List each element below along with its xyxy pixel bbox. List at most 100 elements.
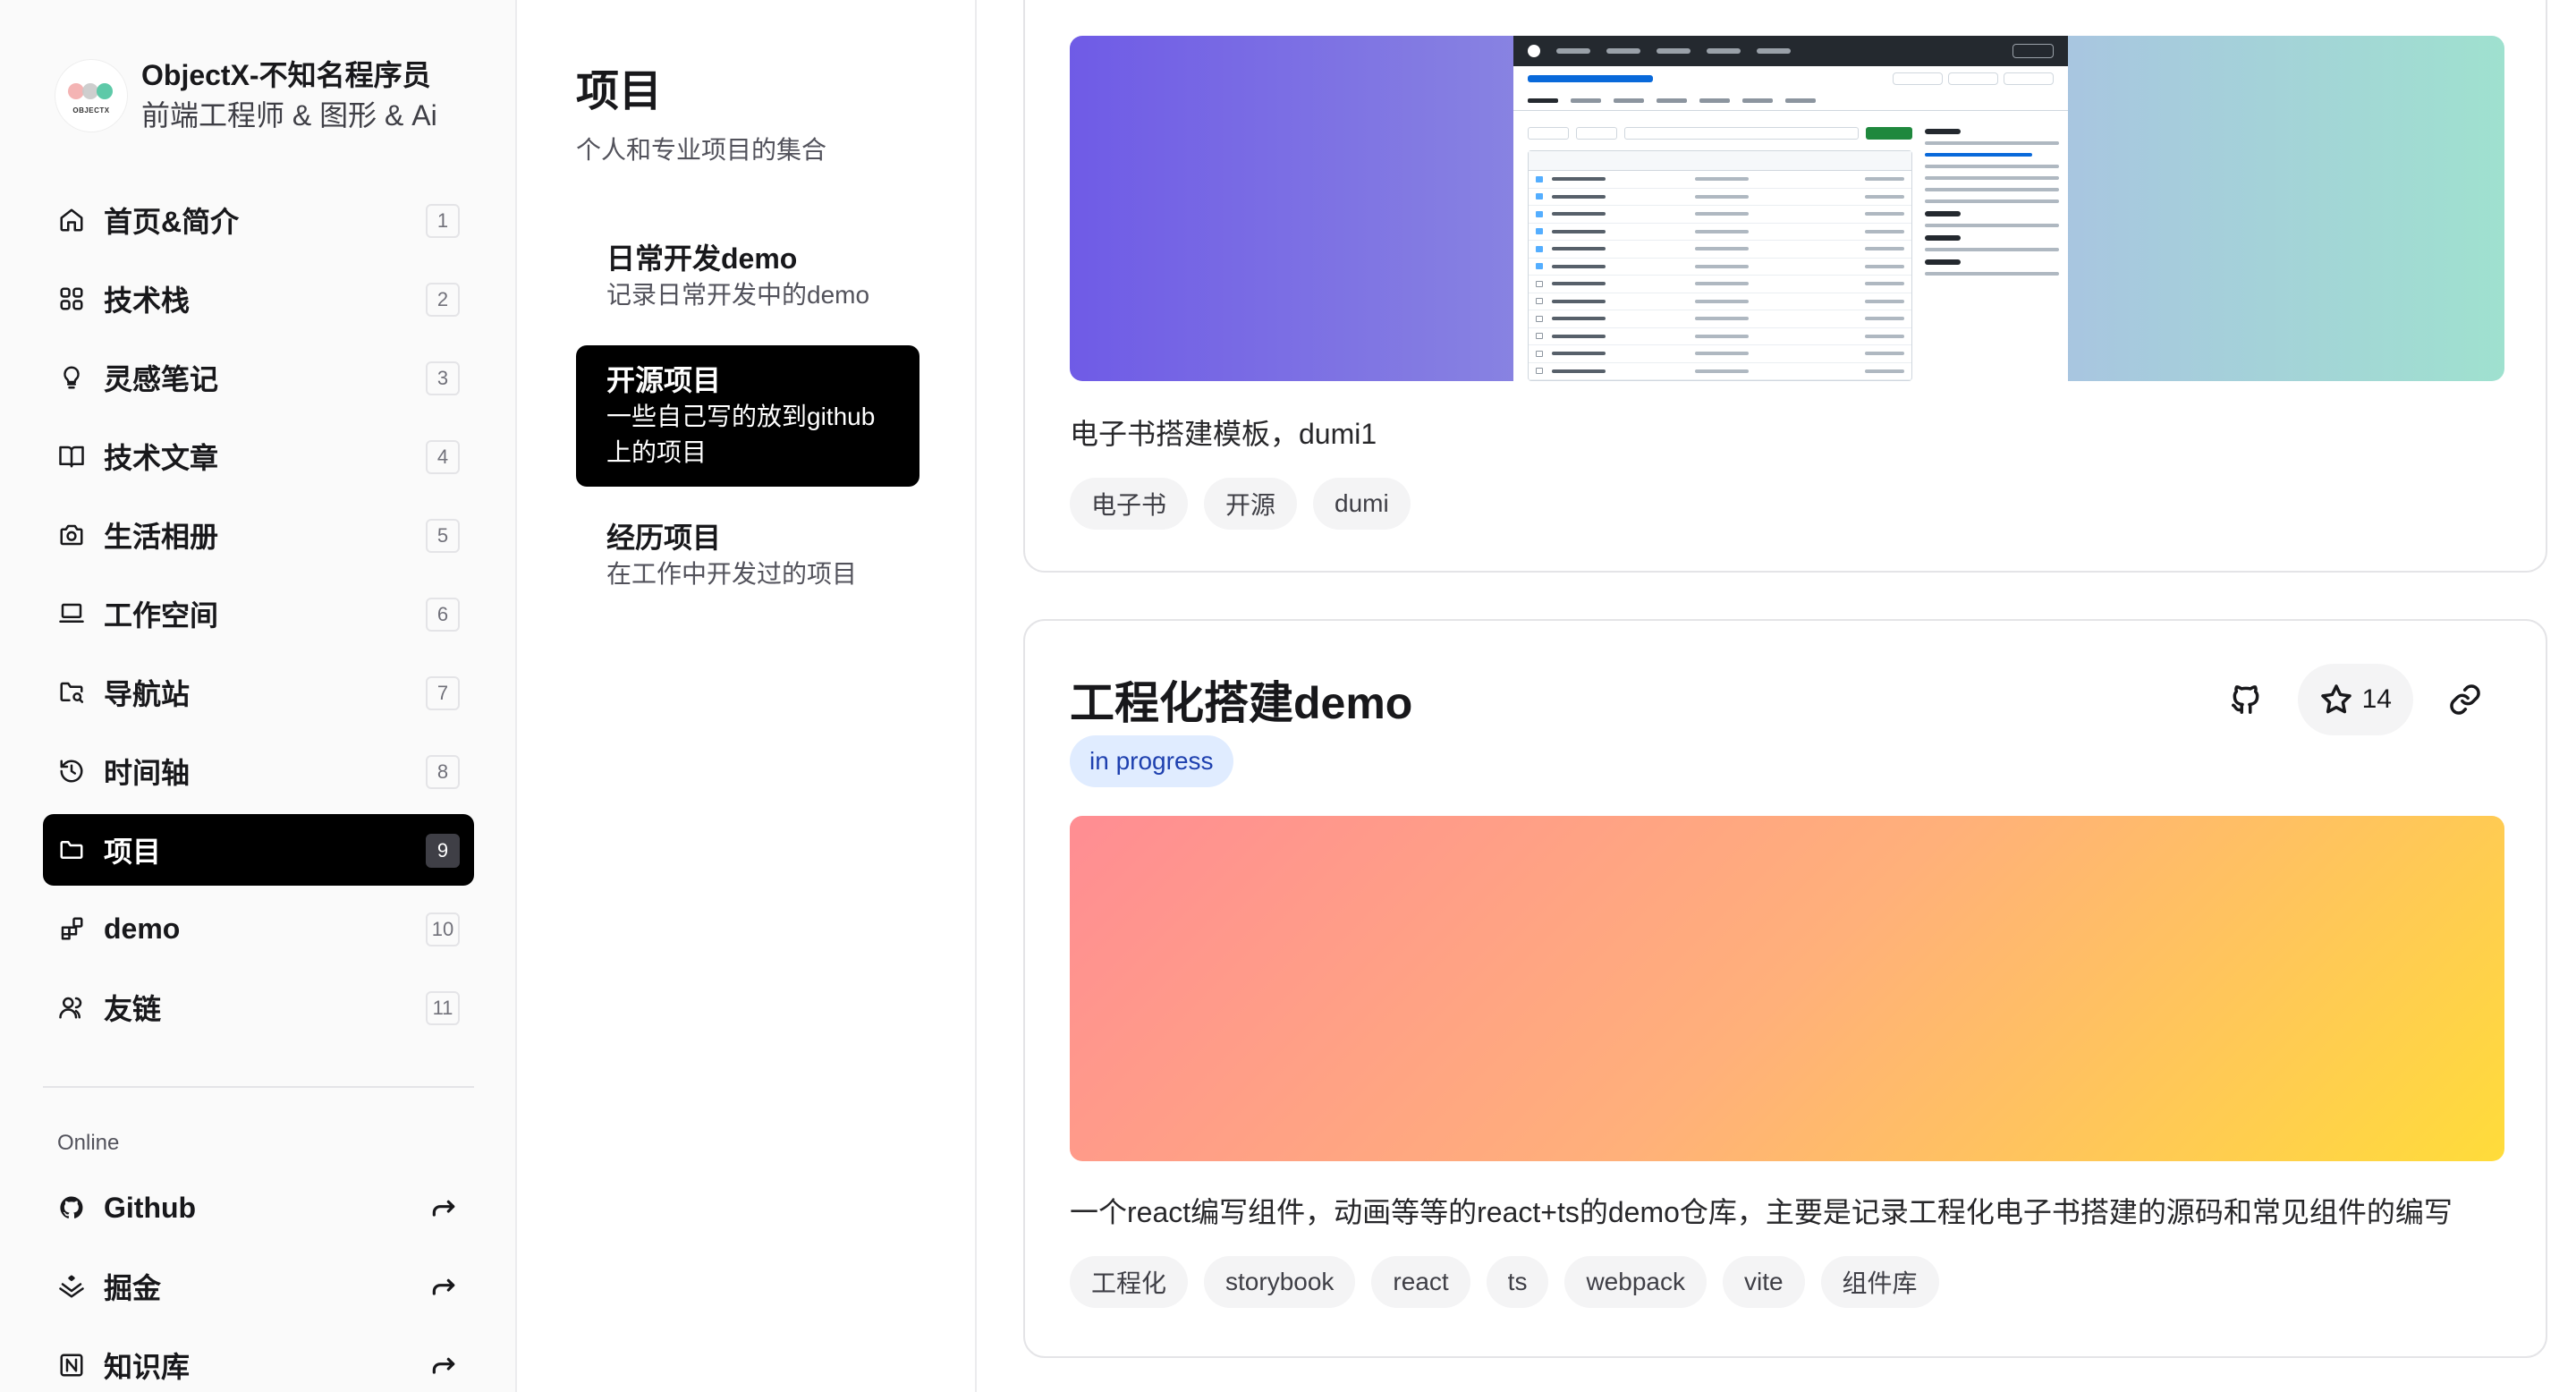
avatar-logo-text: OBJECTX [72, 106, 110, 115]
online-link-knowledge-base[interactable]: 知识库 [43, 1329, 474, 1392]
stack-icon [57, 284, 86, 313]
nav-item-notes[interactable]: 灵感笔记 3 [43, 342, 474, 413]
project-category-desc: 在工作中开发过的项目 [606, 560, 858, 588]
nav-shortcut-badge: 9 [426, 834, 460, 868]
main-nav: 首页&简介 1 技术栈 2 灵感笔记 3 技术文章 4 生活相册 5 工作空间 … [43, 184, 474, 1050]
home-icon [57, 206, 86, 234]
nav-shortcut-badge: 1 [426, 204, 460, 238]
nav-item-timeline[interactable]: 时间轴 8 [43, 735, 474, 807]
nav-item-demo[interactable]: demo 10 [43, 893, 474, 964]
nav-label: 灵感笔记 [104, 363, 219, 395]
nav-label: 友链 [104, 993, 162, 1025]
project-cards-area[interactable]: 电子书搭建模板，dumi1 电子书 开源 dumi 工程化搭建demo in p… [979, 0, 2576, 1392]
project-category-desc: 记录日常开发中的demo [606, 281, 870, 309]
external-link-arrow-icon [429, 1351, 458, 1379]
online-link-juejin[interactable]: 掘金 [43, 1251, 474, 1322]
online-heading: Online [57, 1131, 120, 1155]
project-title: 工程化搭建demo [1070, 678, 1413, 728]
star-count: 14 [2361, 684, 2392, 714]
project-link-button[interactable] [2429, 664, 2501, 735]
online-links: Github 掘金 知识库 [43, 1172, 474, 1392]
page-title: 项目 [576, 68, 663, 115]
project-tag[interactable]: 开源 [1204, 478, 1298, 530]
laptop-icon [57, 599, 86, 628]
page-subtitle: 个人和专业项目的集合 [576, 136, 827, 164]
project-category-experience[interactable]: 经历项目 在工作中开发过的项目 [576, 503, 919, 608]
nav-label: 技术栈 [104, 284, 191, 317]
nav-item-friends[interactable]: 友链 11 [43, 972, 474, 1043]
github-repo-button[interactable] [2210, 664, 2282, 735]
project-category-open-source[interactable]: 开源项目 一些自己写的放到github上的项目 [576, 345, 919, 487]
project-description: 电子书搭建模板，dumi1 [1070, 418, 1377, 450]
folder-icon [57, 836, 86, 864]
project-actions: 14 [2210, 664, 2501, 735]
star-icon [2320, 684, 2351, 714]
project-categories-panel: 项目 个人和专业项目的集合 日常开发demo 记录日常开发中的demo 开源项目… [519, 0, 977, 1392]
sidebar: OBJECTX ObjectX-不知名程序员 前端工程师 & 图形 & Ai 首… [0, 0, 517, 1392]
notion-icon [57, 1351, 86, 1379]
project-category-list: 日常开发demo 记录日常开发中的demo 开源项目 一些自己写的放到githu… [576, 224, 919, 624]
nav-item-projects[interactable]: 项目 9 [43, 814, 474, 886]
nav-label: 首页&简介 [104, 206, 240, 238]
nav-shortcut-badge: 5 [426, 519, 460, 553]
history-icon [57, 757, 86, 785]
folder-search-icon [57, 678, 86, 707]
juejin-icon [57, 1272, 86, 1301]
nav-item-stack[interactable]: 技术栈 2 [43, 263, 474, 335]
online-link-github[interactable]: Github [43, 1172, 474, 1243]
online-link-label: 知识库 [104, 1351, 191, 1383]
nav-item-album[interactable]: 生活相册 5 [43, 499, 474, 571]
lightbulb-icon [57, 363, 86, 392]
project-category-title: 开源项目 [606, 364, 722, 396]
nav-label: 生活相册 [104, 521, 219, 553]
github-icon [2231, 685, 2259, 714]
project-tag[interactable]: dumi [1313, 478, 1411, 530]
project-tags: 电子书 开源 dumi [1070, 478, 1411, 530]
project-tag[interactable]: react [1371, 1256, 1470, 1308]
project-category-title: 经历项目 [606, 522, 722, 554]
status-badge: in progress [1070, 735, 1233, 787]
link-icon [2450, 684, 2480, 715]
project-tag[interactable]: 组件库 [1820, 1256, 1939, 1308]
nav-item-navsite[interactable]: 导航站 7 [43, 657, 474, 728]
project-category-daily-demo[interactable]: 日常开发demo 记录日常开发中的demo [576, 224, 919, 329]
project-tag[interactable]: storybook [1204, 1256, 1356, 1308]
project-cover-image [1070, 36, 2504, 381]
online-link-label: Github [104, 1191, 197, 1224]
nav-label: 时间轴 [104, 757, 191, 789]
nav-item-articles[interactable]: 技术文章 4 [43, 420, 474, 492]
project-card[interactable]: 工程化搭建demo in progress 14 一个react编写组件，动画等… [1023, 619, 2547, 1358]
nav-item-home[interactable]: 首页&简介 1 [43, 184, 474, 256]
book-open-icon [57, 442, 86, 471]
project-tag[interactable]: vite [1722, 1256, 1805, 1308]
project-tag[interactable]: webpack [1564, 1256, 1707, 1308]
nav-shortcut-badge: 11 [426, 991, 460, 1025]
nav-shortcut-badge: 4 [426, 440, 460, 474]
sidebar-divider [43, 1086, 474, 1088]
external-link-arrow-icon [429, 1272, 458, 1301]
nav-label: 工作空间 [104, 599, 219, 632]
nav-shortcut-badge: 8 [426, 755, 460, 789]
nav-label: 技术文章 [104, 442, 219, 474]
profile-name: ObjectX-不知名程序员 [141, 59, 431, 91]
project-tag[interactable]: 电子书 [1070, 478, 1189, 530]
project-card[interactable]: 电子书搭建模板，dumi1 电子书 开源 dumi [1023, 0, 2547, 573]
nav-label: 项目 [104, 836, 162, 868]
camera-icon [57, 521, 86, 549]
nav-shortcut-badge: 6 [426, 598, 460, 632]
nav-shortcut-badge: 3 [426, 361, 460, 395]
project-tag[interactable]: ts [1486, 1256, 1549, 1308]
nav-label: 导航站 [104, 678, 191, 710]
blocks-icon [57, 914, 86, 943]
github-repo-screenshot [1513, 36, 2068, 381]
star-button[interactable]: 14 [2297, 664, 2413, 735]
nav-shortcut-badge: 10 [426, 912, 460, 946]
profile[interactable]: OBJECTX ObjectX-不知名程序员 前端工程师 & 图形 & Ai [55, 55, 437, 136]
external-link-arrow-icon [429, 1193, 458, 1222]
nav-label: demo [104, 912, 181, 945]
project-cover-image [1070, 816, 2504, 1161]
nav-shortcut-badge: 7 [426, 676, 460, 710]
project-description: 一个react编写组件，动画等等的react+ts的demo仓库，主要是记录工程… [1070, 1196, 2453, 1228]
project-tag[interactable]: 工程化 [1070, 1256, 1189, 1308]
nav-item-workspace[interactable]: 工作空间 6 [43, 578, 474, 649]
